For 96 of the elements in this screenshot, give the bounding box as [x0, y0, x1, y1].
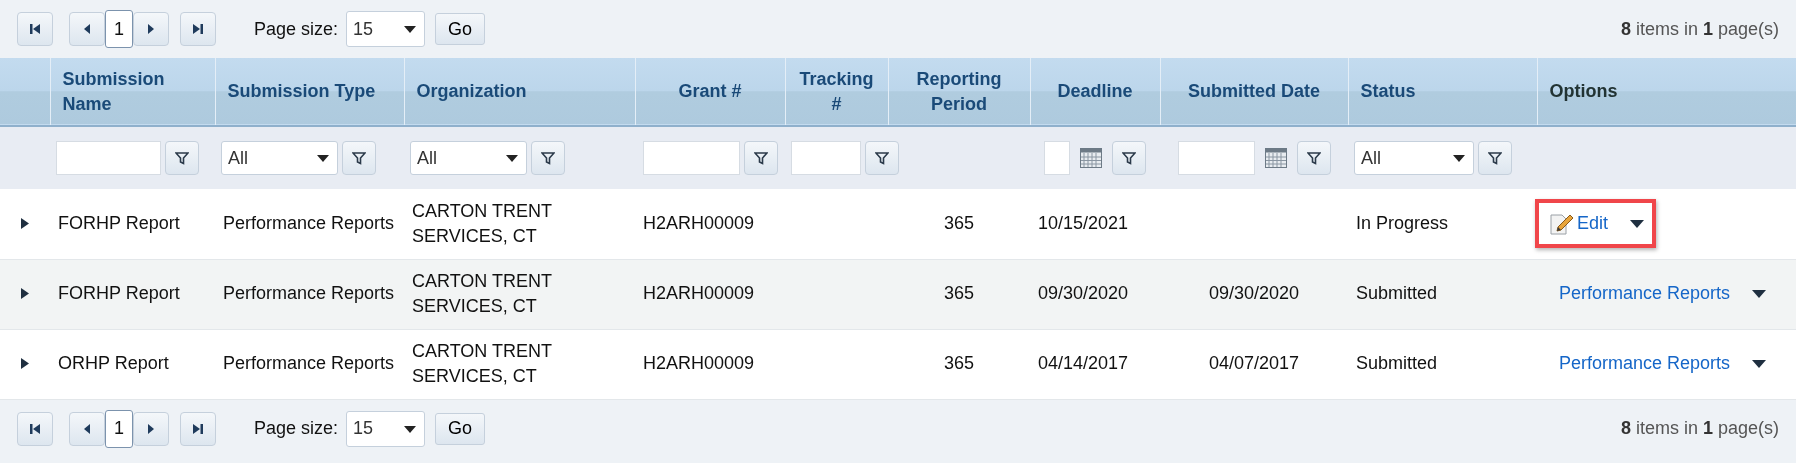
caret-icon [317, 155, 329, 162]
filter-button[interactable] [1478, 141, 1512, 175]
last-page-button[interactable] [180, 411, 216, 446]
edit-icon[interactable] [1549, 211, 1575, 236]
filter-button[interactable] [1112, 141, 1146, 175]
calendar-icon[interactable] [1080, 148, 1102, 168]
next-page-button[interactable] [133, 12, 169, 46]
table-cell: Performance Reports [223, 213, 395, 234]
filter-input[interactable] [791, 141, 861, 175]
table-cell: 09/30/2020 [1038, 283, 1129, 304]
current-page-number[interactable]: 1 [105, 409, 133, 448]
expand-icon[interactable] [21, 358, 29, 370]
caret-icon [1453, 155, 1465, 162]
table-cell: 04/14/2017 [1038, 353, 1129, 374]
table-cell: 09/30/2020 [1208, 283, 1300, 304]
column-header[interactable]: Status [1360, 79, 1416, 104]
last-page-icon [192, 422, 204, 435]
caret-icon [506, 155, 518, 162]
filter-button[interactable] [865, 141, 899, 175]
first-page-button[interactable] [17, 12, 53, 46]
filter-icon [541, 151, 555, 165]
table-cell: 365 [943, 353, 974, 374]
filter-input[interactable] [1044, 141, 1070, 175]
expand-icon[interactable] [21, 218, 29, 230]
column-header[interactable]: Deadline [1057, 79, 1133, 104]
filter-icon [1488, 151, 1502, 165]
table-cell: 04/07/2017 [1208, 353, 1300, 374]
first-page-icon [29, 23, 41, 35]
previous-page-button[interactable] [69, 12, 105, 46]
calendar-icon[interactable] [1264, 148, 1287, 168]
filter-icon [352, 151, 366, 165]
column-header[interactable]: Submission Type [227, 79, 376, 104]
table-cell: CARTON TRENT SERVICES, CT [412, 270, 552, 316]
column-header[interactable]: Tracking # [797, 67, 876, 116]
filter-input[interactable] [642, 141, 740, 175]
go-button[interactable]: Go [435, 412, 486, 445]
filter-button[interactable] [342, 141, 376, 175]
table-cell: 365 [943, 283, 974, 304]
column-header[interactable]: Submitted Date [1188, 79, 1320, 104]
table-cell: Submitted [1356, 283, 1438, 304]
previous-page-button[interactable] [69, 411, 105, 446]
filter-button[interactable] [165, 141, 199, 175]
expand-icon[interactable] [21, 288, 29, 300]
first-page-button[interactable] [17, 411, 53, 446]
column-header[interactable]: Reporting Period [900, 67, 1018, 116]
table-cell: In Progress [1356, 213, 1449, 234]
filter-dropdown[interactable]: All [1354, 141, 1474, 175]
last-page-button[interactable] [180, 12, 216, 46]
filter-dropdown[interactable]: All [410, 141, 527, 175]
table-cell: Submitted [1356, 353, 1438, 374]
items-count-text: 8 items in 1 page(s) [1620, 18, 1779, 40]
column-header[interactable]: Grant # [678, 79, 742, 104]
table-cell: FORHP Report [58, 213, 180, 234]
caret-icon [404, 26, 417, 33]
option-link[interactable]: Performance Reports [1559, 281, 1731, 307]
current-page-number[interactable]: 1 [105, 10, 133, 48]
table-cell: 365 [943, 213, 974, 234]
filter-icon [1122, 151, 1136, 165]
table-cell: H2ARH00009 [643, 353, 755, 374]
first-page-icon [29, 422, 41, 435]
table-cell: CARTON TRENT SERVICES, CT [412, 200, 552, 246]
table-cell: Performance Reports [223, 353, 395, 374]
table-cell: 10/15/2021 [1038, 213, 1129, 234]
option-link[interactable]: Performance Reports [1559, 351, 1731, 377]
column-header[interactable]: Options [1549, 79, 1618, 104]
filter-dropdown[interactable]: All [221, 141, 338, 175]
page-size-label: Page size: [254, 418, 339, 439]
option-link[interactable]: Edit [1577, 211, 1609, 237]
items-count-text: 8 items in 1 page(s) [1620, 418, 1779, 439]
dropdown-caret-icon[interactable] [1752, 290, 1767, 298]
filter-icon [753, 151, 768, 165]
filter-input[interactable] [56, 141, 161, 175]
table-cell: CARTON TRENT SERVICES, CT [412, 340, 552, 386]
column-header[interactable]: Organization [416, 79, 527, 104]
caret-icon [404, 425, 417, 433]
filter-button[interactable] [743, 141, 778, 175]
table-cell: H2ARH00009 [643, 283, 755, 304]
table-cell: FORHP Report [58, 283, 180, 304]
filter-icon [1306, 151, 1321, 165]
go-button[interactable]: Go [435, 13, 486, 45]
next-page-button[interactable] [133, 411, 169, 446]
filter-button[interactable] [531, 141, 565, 175]
filter-input[interactable] [1177, 141, 1255, 175]
page-size-label: Page size: [254, 18, 339, 40]
table-cell: H2ARH00009 [643, 213, 755, 234]
filter-icon [875, 151, 889, 165]
page-size-dropdown[interactable]: 15 [346, 410, 426, 447]
filter-icon [175, 151, 189, 165]
dropdown-caret-icon[interactable] [1752, 360, 1767, 368]
table-cell: ORHP Report [58, 353, 169, 374]
column-header[interactable]: Submission Name [62, 67, 203, 116]
dropdown-caret-icon[interactable] [1630, 219, 1645, 228]
table-cell: Performance Reports [223, 283, 395, 304]
filter-button[interactable] [1296, 141, 1331, 175]
last-page-icon [192, 23, 204, 35]
page-size-dropdown[interactable]: 15 [346, 11, 426, 47]
